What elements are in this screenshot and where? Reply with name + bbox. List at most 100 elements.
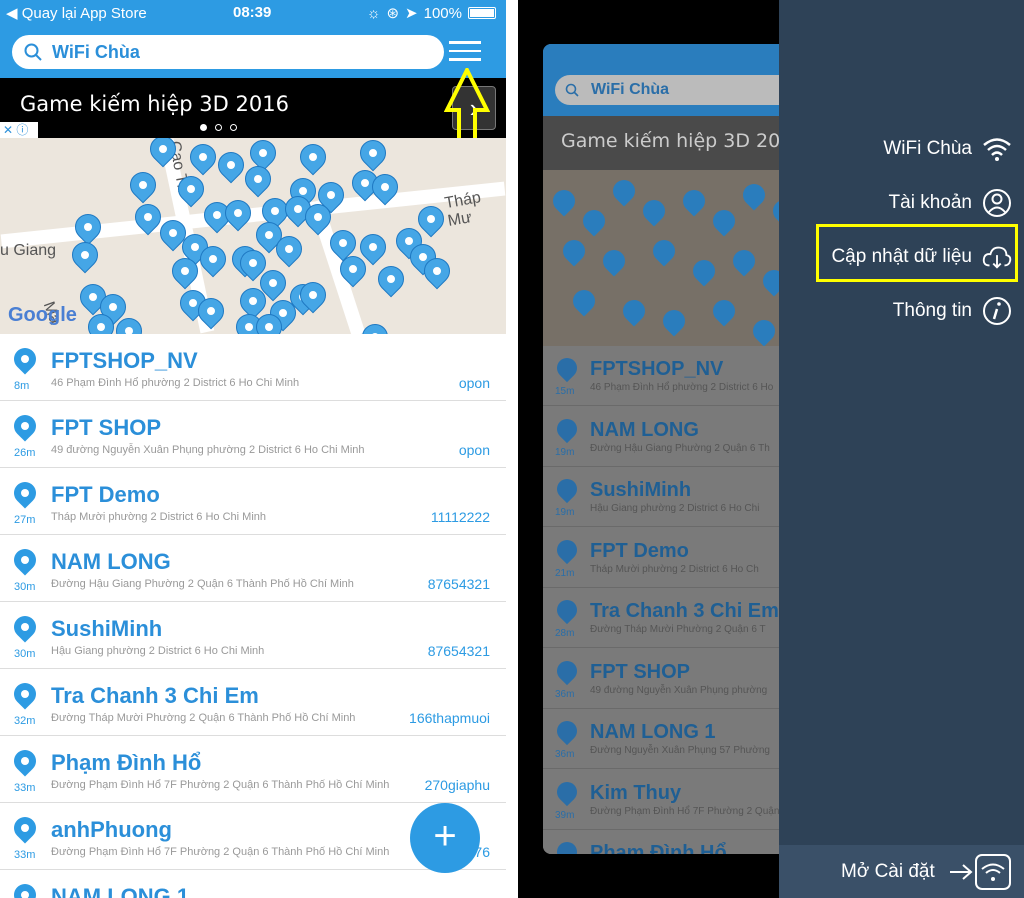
wifi-address: Hậu Giang phường 2 District 6 Ho Chi Min… [51, 645, 265, 657]
menu-item-wifi-chua[interactable]: WiFi Chùa [883, 134, 1012, 164]
side-menu: WiFi Chùa Tài khoản Cập nhật dữ liệu Thô… [779, 0, 1024, 898]
search-icon [24, 43, 42, 61]
map-pin-icon[interactable] [66, 236, 104, 274]
preview-list-item: 15m FPTSHOP_NV 46 Phạm Đình Hổ phường 2 Di… [543, 346, 779, 406]
distance: 30m [14, 581, 36, 593]
add-wifi-button[interactable]: + [410, 803, 480, 873]
map-pin-icon [618, 295, 650, 327]
wifi-list-item[interactable]: 30m SushiMinh Hậu Giang phường 2 District … [0, 602, 506, 669]
status-right: ☼ ⊛ ➤ 100% [367, 4, 496, 22]
back-to-app-store[interactable]: ◀ Quay lại App Store [6, 4, 147, 22]
open-settings-bar[interactable]: Mở Cài đặt [779, 845, 1024, 898]
screenshot-root: ◀ Quay lại App Store 08:39 ☼ ⊛ ➤ 100% Wi… [0, 0, 1024, 898]
preview-nav: WiFi Chùa [543, 44, 779, 116]
wifi-list-item[interactable]: 27m FPT Demo Tháp Mười phường 2 District 6… [0, 468, 506, 535]
wifi-list-item[interactable]: 8m FPTSHOP_NV 46 Phạm Đình Hổ phường 2 Dis… [0, 334, 506, 401]
map-pin-icon [678, 185, 710, 217]
menu-item-info[interactable]: Thông tin [893, 296, 1012, 326]
map-pin-icon[interactable] [124, 166, 162, 204]
preview-list-item: 19m SushiMinh Hậu Giang phường 2 District … [543, 467, 779, 527]
location-pin-icon [9, 745, 41, 777]
distance: 21m [555, 567, 575, 579]
menu-item-update-data[interactable]: Cập nhật dữ liệu [831, 242, 1012, 272]
search-icon [565, 83, 579, 97]
preview-ad-text: Game kiếm hiệp 3D 2016 [561, 130, 779, 152]
back-label: Quay lại App Store [21, 5, 147, 22]
preview-ad: Game kiếm hiệp 3D 2016 [543, 116, 779, 170]
dimmed-app-preview[interactable]: WiFi Chùa Game kiếm hiệp 3D 2016 15m FPTS… [518, 0, 779, 898]
map-pin-icon[interactable] [239, 160, 277, 198]
map-pin-icon[interactable] [354, 138, 392, 172]
wifi-address: Đường Phạm Đình Hổ 7F Phường 2 Quận 6 Th… [51, 846, 390, 858]
wifi-list-item[interactable]: 32m Tra Chanh 3 Chi Em Đường Tháp Mười Phư… [0, 669, 506, 736]
open-settings-label: Mở Cài đặt [841, 861, 935, 882]
wifi-address: 49 đường Nguyễn Xuân Phụng phường 2 Dist… [51, 444, 365, 456]
nav-bar: WiFi Chùa [0, 28, 506, 78]
distance: 26m [14, 447, 36, 459]
map-view[interactable]: Tháp Mư u Giang Cao Th Ma Google [0, 138, 506, 334]
distance: 39m [555, 809, 575, 821]
map-pin-icon[interactable] [372, 260, 410, 298]
map-pin-icon [578, 205, 610, 237]
menu-item-account[interactable]: Tài khoản [889, 188, 1012, 218]
wifi-address: Đường Tháp Mười Phường 2 Quận 6 T [590, 624, 766, 635]
cloud-download-icon [982, 242, 1012, 272]
map-pin-icon [608, 175, 640, 207]
status-bar: ◀ Quay lại App Store 08:39 ☼ ⊛ ➤ 100% [0, 0, 506, 28]
map-pin-icon[interactable] [294, 138, 332, 176]
wifi-address: Đường Phạm Đình Hổ 7F Phường 2 Quận 6 T [590, 805, 779, 817]
map-label: u Giang [0, 242, 57, 259]
wifi-name: Pham Đình Hổ [590, 842, 727, 854]
search-field[interactable]: WiFi Chùa [12, 35, 444, 69]
location-pin-icon [9, 410, 41, 442]
wifi-address: Đường Nguyễn Xuân Phụng 57 Phường [590, 745, 770, 756]
wifi-address: Tháp Mười phường 2 District 6 Ho Ch [590, 563, 759, 575]
wifi-settings-icon [975, 854, 1011, 890]
location-icon: ➤ [405, 5, 418, 22]
wifi-address: Đường Phạm Đình Hổ 7F Phường 2 Quận 6 Th… [51, 779, 390, 791]
location-pin-icon [552, 837, 582, 854]
map-pin-icon[interactable] [184, 138, 222, 176]
preview-list-item: 21m FPT Demo Tháp Mười phường 2 District 6… [543, 527, 779, 588]
distance: 36m [555, 749, 575, 760]
wifi-list-item[interactable]: 26m FPT SHOP 49 đường Nguyễn Xuân Phụng ph… [0, 401, 506, 468]
wifi-password: 87654321 [427, 643, 490, 659]
wifi-address: Đường Hậu Giang Phường 2 Quận 6 Th [590, 442, 770, 454]
wifi-address: 46 Phạm Đình Hổ phường 2 District 6 Ho C… [51, 377, 300, 389]
battery-percent: 100% [423, 4, 462, 22]
map-pin-icon [708, 205, 740, 237]
wifi-name: SushiMinh [51, 616, 163, 641]
wifi-list-item[interactable]: 33m Phạm Đình Hổ Đường Phạm Đình Hổ 7F Phư… [0, 736, 506, 803]
map-pin-icon [738, 179, 770, 211]
ad-banner[interactable]: Game kiếm hiệp 3D 2016 › ✕ ⓘ [0, 78, 506, 138]
wifi-list-item[interactable]: 30m NAM LONG Đường Hậu Giang Phường 2 Quận… [0, 535, 506, 602]
location-pin-icon [9, 678, 41, 710]
wifi-password: opon [458, 442, 490, 458]
wifi-list-item[interactable]: NAM LONG 1 [0, 870, 506, 898]
distance: 32m [14, 715, 36, 727]
wifi-name: SushiMinh [590, 479, 692, 501]
wifi-name: Tra Chanh 3 Chi Em [51, 683, 259, 708]
wifi-address: Tháp Mười phường 2 District 6 Ho Chi Min… [51, 511, 267, 523]
wifi-password: opon [458, 375, 490, 391]
preview-search: WiFi Chùa [555, 75, 779, 105]
menu-item-label: Tài khoản [888, 192, 972, 213]
map-pin-icon [728, 245, 760, 277]
map-pin-icon [558, 235, 590, 267]
menu-icon[interactable] [449, 41, 481, 63]
adchoices-icon[interactable]: ✕ ⓘ [0, 122, 38, 138]
map-pin-icon [568, 285, 600, 317]
preview-list-item: 28m Tra Chanh 3 Chi Em Đường Tháp Mười Phư… [543, 588, 779, 648]
info-icon [982, 296, 1012, 326]
map-pin-icon[interactable] [219, 194, 257, 232]
wifi-name: NAM LONG [51, 549, 171, 574]
rotation-lock-icon: ⊛ [386, 5, 400, 22]
map-pin-icon [748, 315, 779, 347]
distance: 33m [14, 782, 36, 794]
map-pin-icon [548, 185, 580, 217]
map-pin-icon [658, 305, 690, 337]
wifi-name: NAM LONG 1 [51, 884, 190, 898]
wifi-name: FPT Demo [51, 482, 160, 507]
wifi-icon [982, 134, 1012, 164]
menu-item-label: Cập nhật dữ liệu [831, 246, 972, 267]
